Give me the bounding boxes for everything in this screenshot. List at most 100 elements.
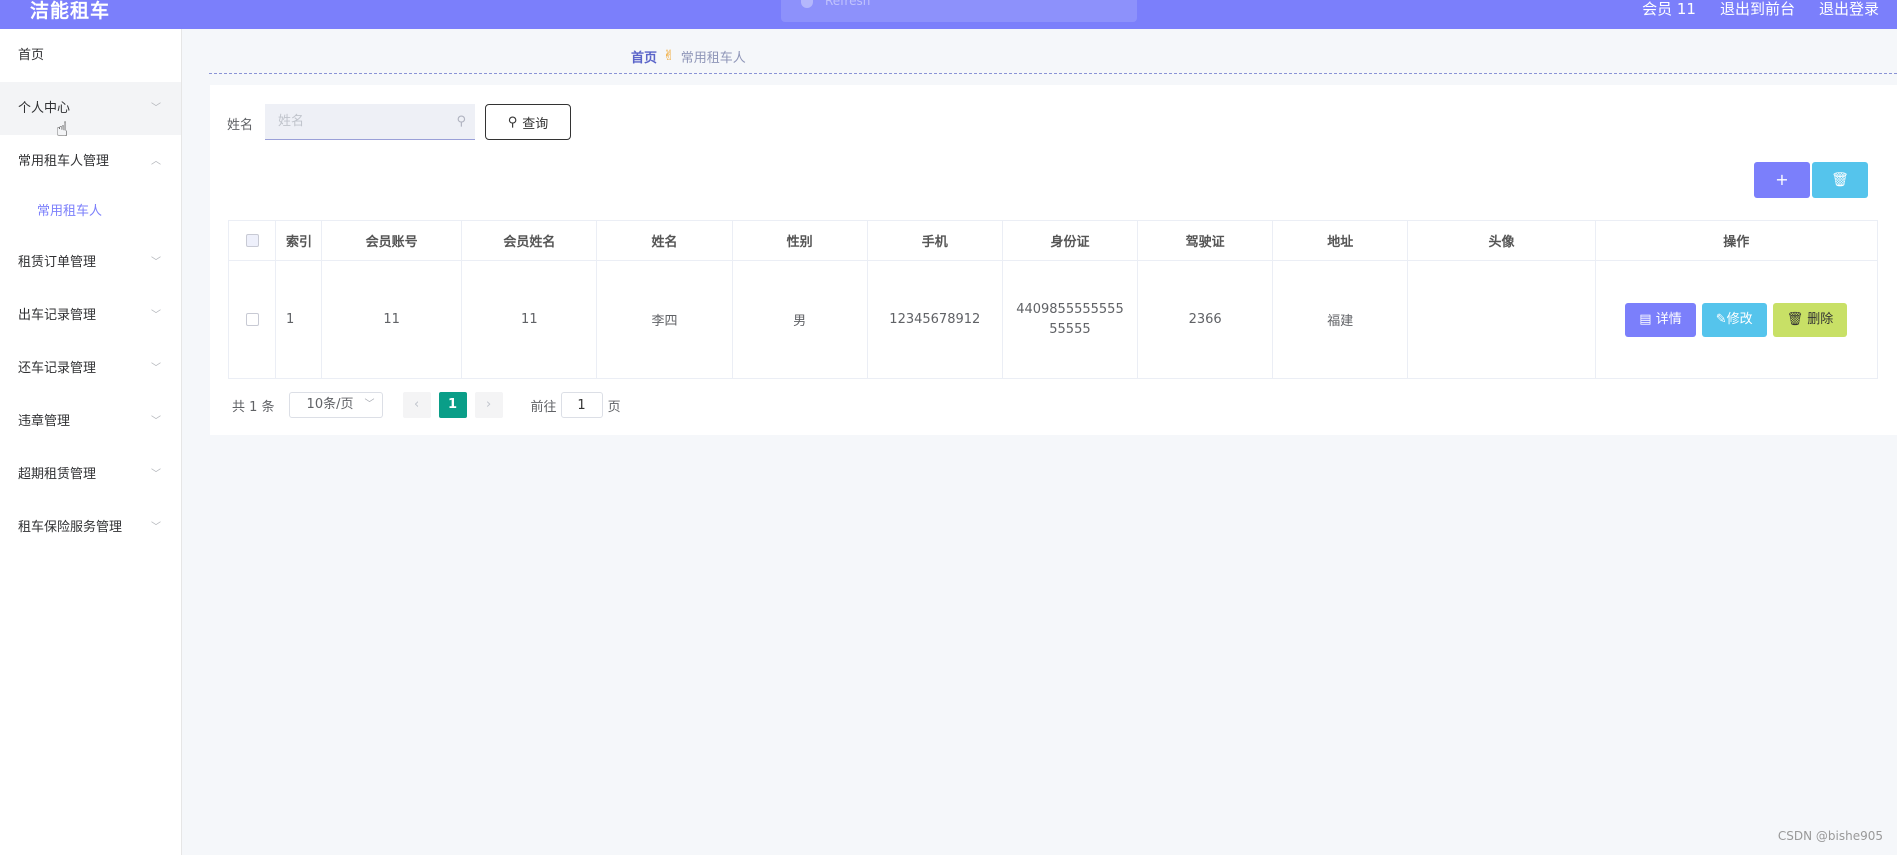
chevron-down-icon: ﹀: [151, 363, 161, 374]
chevron-down-icon: ﹀: [151, 522, 161, 533]
query-button[interactable]: ⚲ 查询: [485, 104, 571, 140]
goto-page-input[interactable]: [560, 392, 603, 418]
column-header: 会员姓名: [461, 220, 598, 261]
page-size-select[interactable]: 10条/页 ﹀: [288, 392, 383, 418]
chevron-down-icon: ﹀: [151, 469, 161, 480]
sidebar-item-label: 租车保险服务管理: [18, 520, 123, 535]
column-header: 头像: [1407, 220, 1596, 261]
toast-message: Refresh: [781, 0, 1137, 22]
cell-avatar: [1407, 260, 1596, 379]
sidebar-item-home[interactable]: 首页: [0, 29, 181, 82]
trash-icon: 🗑: [1786, 311, 1808, 327]
select-all-checkbox[interactable]: [245, 234, 259, 247]
column-header: 会员账号: [321, 220, 463, 261]
app-title: 洁能租车: [30, 0, 111, 22]
sidebar-subitem-label: 常用租车人: [37, 204, 103, 219]
column-header: 身份证: [1001, 220, 1139, 261]
search-label: 姓名: [227, 118, 254, 133]
goto-label: 前往: [530, 399, 557, 415]
trash-icon: 🗑: [1831, 172, 1849, 188]
hand-cursor-icon: ☝: [56, 117, 69, 141]
cell-driver-license: 2366: [1137, 260, 1274, 379]
chevron-down-icon: ﹀: [364, 399, 375, 410]
cell-operations: ▤ 详情 ✎修改 🗑 删除: [1594, 260, 1879, 379]
renter-table: 索引 会员账号 会员姓名 姓名 性别 手机 身份证 驾驶证 地址 头像 操作 1…: [227, 220, 1879, 379]
table-header-row: 索引 会员账号 会员姓名 姓名 性别 手机 身份证 驾驶证 地址 头像 操作: [227, 220, 1879, 261]
sidebar-item-label: 租赁订单管理: [18, 255, 97, 270]
edit-button-label: 修改: [1726, 311, 1753, 327]
batch-delete-button[interactable]: 🗑: [1812, 162, 1868, 198]
sidebar-item-renter-management[interactable]: 常用租车人管理 ︿: [0, 135, 181, 188]
sidebar-item-return-records[interactable]: 还车记录管理 ﹀: [0, 342, 181, 395]
pagination: 共 1 条 10条/页 ﹀ ‹ 1 › 前往 页: [232, 391, 621, 419]
toast-icon: [801, 0, 813, 8]
sidebar-item-label: 还车记录管理: [18, 361, 97, 376]
cell-member-name: 11: [461, 260, 598, 379]
column-header: 姓名: [596, 220, 733, 261]
query-button-label: 查询: [522, 116, 549, 132]
edit-button[interactable]: ✎修改: [1701, 302, 1767, 337]
search-field: ⚲: [265, 104, 475, 140]
next-page-button[interactable]: ›: [474, 392, 503, 418]
cell-gender: 男: [731, 260, 868, 379]
select-cell: [227, 260, 277, 379]
search-icon: ⚲: [456, 114, 466, 129]
column-header: 手机: [866, 220, 1003, 261]
detail-button[interactable]: ▤ 详情: [1625, 302, 1696, 337]
chevron-down-icon: ﹀: [151, 103, 161, 114]
row-checkbox[interactable]: [245, 313, 259, 326]
sidebar-item-violations[interactable]: 违章管理 ﹀: [0, 395, 181, 448]
pagination-total: 共 1 条: [232, 399, 275, 415]
chevron-down-icon: ﹀: [151, 310, 161, 321]
toast-text: Refresh: [825, 0, 871, 8]
cell-phone: 12345678912: [866, 260, 1003, 379]
sidebar-item-label: 常用租车人管理: [18, 154, 110, 169]
cell-id-card: 440985555555555555: [1001, 260, 1139, 379]
delete-button-label: 删除: [1807, 311, 1834, 327]
pencil-icon: ✎: [1715, 311, 1727, 327]
sidebar-item-profile[interactable]: 个人中心 ﹀: [0, 82, 181, 135]
back-to-front-link[interactable]: 退出到前台: [1720, 0, 1795, 20]
breadcrumb-current: 常用租车人: [680, 50, 746, 66]
sidebar-item-rental-orders[interactable]: 租赁订单管理 ﹀: [0, 236, 181, 289]
sidebar-item-label: 首页: [18, 48, 45, 63]
column-header: 性别: [731, 220, 868, 261]
page-number-button[interactable]: 1: [438, 392, 467, 418]
delete-button[interactable]: 🗑 删除: [1772, 302, 1848, 337]
chevron-down-icon: ﹀: [151, 416, 161, 427]
add-button[interactable]: +: [1754, 162, 1810, 198]
sidebar-item-overdue-rentals[interactable]: 超期租赁管理 ﹀: [0, 448, 181, 501]
breadcrumb-home[interactable]: 首页: [631, 47, 657, 66]
header-actions: 会员 11 退出到前台 退出登录: [1642, 0, 1879, 20]
sidebar-item-insurance-services[interactable]: 租车保险服务管理 ﹀: [0, 501, 181, 554]
hand-separator-icon: ✌: [663, 48, 675, 64]
chevron-right-icon: ›: [485, 397, 492, 412]
plus-icon: +: [1775, 170, 1789, 189]
sidebar: 首页 个人中心 ﹀ 常用租车人管理 ︿ 常用租车人 租赁订单管理 ﹀ 出车记录管…: [0, 29, 182, 855]
top-bar: 洁能租车 Refresh 会员 11 退出到前台 退出登录: [0, 0, 1897, 29]
sidebar-item-label: 违章管理: [18, 414, 71, 429]
cell-member-account: 11: [321, 260, 463, 379]
id-card-text: 440985555555555555: [1016, 301, 1124, 337]
sidebar-item-departure-records[interactable]: 出车记录管理 ﹀: [0, 289, 181, 342]
sidebar-item-label: 出车记录管理: [18, 308, 97, 323]
sidebar-item-label: 超期租赁管理: [18, 467, 97, 482]
prev-page-button[interactable]: ‹: [402, 392, 431, 418]
search-icon: ⚲: [507, 114, 518, 130]
cell-address: 福建: [1272, 260, 1409, 379]
sidebar-item-label: 个人中心: [18, 101, 71, 116]
select-all-cell: [227, 220, 277, 261]
sidebar-subitem-renters[interactable]: 常用租车人: [0, 188, 181, 236]
watermark: CSDN @bishe905: [1777, 829, 1883, 843]
logout-link[interactable]: 退出登录: [1819, 0, 1879, 20]
chevron-down-icon: ﹀: [151, 257, 161, 268]
search-input[interactable]: [265, 104, 475, 139]
cell-index: 1: [275, 260, 323, 379]
user-label: 会员 11: [1642, 0, 1696, 18]
divider: [209, 73, 1897, 74]
chevron-left-icon: ‹: [413, 397, 420, 412]
column-header: 索引: [275, 220, 323, 261]
table-row: 1 11 11 李四 男 12345678912 440985555555555…: [227, 260, 1879, 379]
column-header: 操作: [1594, 220, 1879, 261]
breadcrumb: 首页 ✌ 常用租车人: [631, 47, 746, 66]
